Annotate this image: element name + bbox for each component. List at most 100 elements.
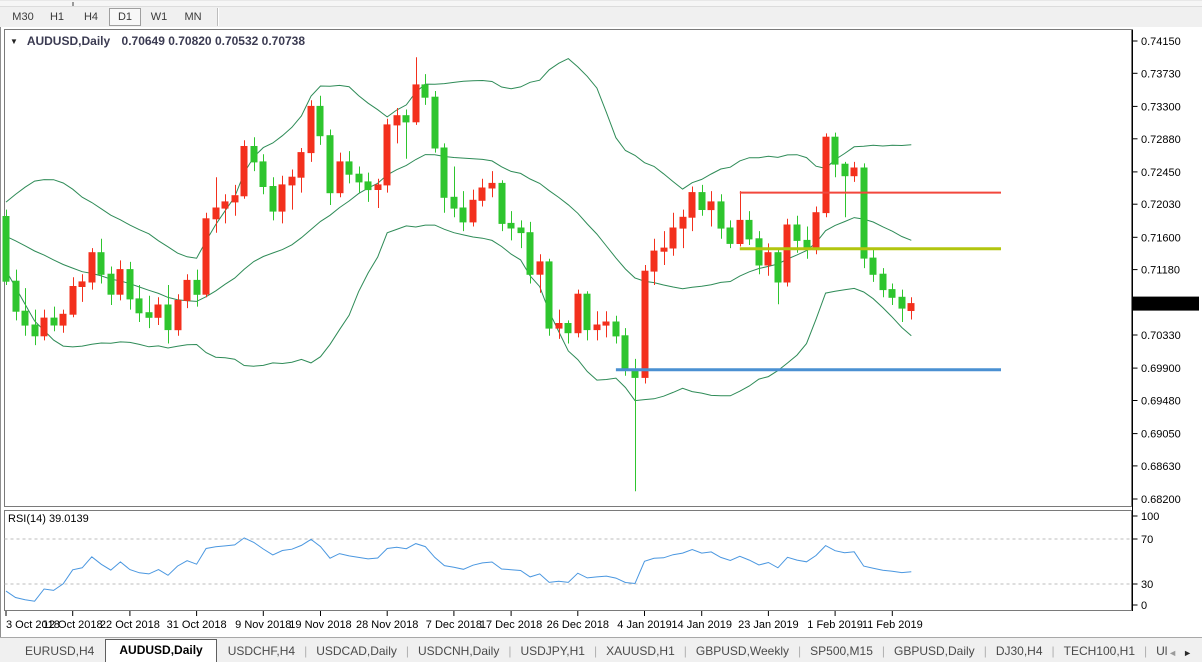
price-tick-label: 0.70330	[1141, 330, 1181, 342]
timeframe-button-W1[interactable]: W1	[143, 8, 175, 26]
candle-body	[337, 162, 343, 193]
candle-body	[241, 147, 247, 196]
candle-body	[41, 318, 47, 336]
candle-body	[537, 262, 543, 274]
chart-area[interactable]: 0.741500.737300.733000.728800.724500.720…	[0, 27, 1202, 637]
rsi-value: 39.0139	[49, 513, 89, 525]
trading-terminal-window: M30H1H4D1W1MN 0.741500.737300.733000.728…	[0, 0, 1202, 662]
price-tick-label: 0.68630	[1141, 461, 1181, 473]
price-tick-label: 0.69900	[1141, 363, 1181, 375]
candle-body	[584, 294, 590, 329]
chart-canvas[interactable]: 0.741500.737300.733000.728800.724500.720…	[1, 27, 1202, 637]
candle-body	[651, 251, 657, 271]
candle-body	[22, 311, 28, 325]
tab-usdcnh-daily[interactable]: USDCNH,Daily	[409, 640, 508, 662]
chart-ohlc-values: 0.70649 0.70820 0.70532 0.70738	[122, 34, 306, 48]
candle-body	[155, 305, 161, 317]
candle-body	[346, 162, 352, 174]
candle-body	[70, 287, 76, 315]
candle-body	[899, 297, 905, 308]
tab-sp500-m15[interactable]: SP500,M15	[801, 640, 882, 662]
timeframe-button-MN[interactable]: MN	[177, 8, 209, 26]
candle-body	[565, 324, 571, 333]
timeframe-button-D1[interactable]: D1	[109, 8, 141, 26]
candle-body	[384, 125, 390, 185]
candle-body	[184, 280, 190, 300]
candle-body	[213, 208, 219, 219]
candle-body	[908, 304, 914, 311]
tab-audusd-daily[interactable]: AUDUSD,Daily	[105, 639, 216, 662]
candle-body	[298, 153, 304, 178]
candle-body	[575, 294, 581, 333]
tab-usdjpy-h1[interactable]: USDJPY,H1	[511, 640, 593, 662]
candle-body	[136, 299, 142, 313]
candle-body	[842, 164, 848, 176]
chart-dropdown-icon[interactable]: ▼	[10, 37, 18, 46]
candle-body	[356, 174, 362, 182]
candle-body	[642, 271, 648, 377]
candle-body	[270, 187, 276, 212]
candle-body	[746, 220, 752, 239]
candle-body	[499, 183, 505, 223]
toolbar-drag-handle-icon[interactable]	[72, 2, 74, 6]
tab-xauusd-h1[interactable]: XAUUSD,H1	[597, 640, 684, 662]
candle-body	[508, 223, 514, 228]
candle-body	[546, 262, 552, 328]
tab-tech100-h1[interactable]: TECH100,H1	[1055, 640, 1144, 662]
rsi-name: RSI(14)	[8, 513, 46, 525]
price-tick-label: 0.74150	[1141, 36, 1181, 48]
candle-body	[603, 322, 609, 325]
candle-body	[117, 270, 123, 295]
candle-body	[870, 258, 876, 274]
tab-usdcad-daily[interactable]: USDCAD,Daily	[307, 640, 406, 662]
price-axis[interactable]: 0.741500.737300.733000.728800.724500.720…	[1133, 30, 1200, 612]
candle-body	[622, 336, 628, 370]
candle-body	[403, 116, 409, 122]
candle-body	[165, 305, 171, 330]
candle-body	[394, 116, 400, 125]
candle-body	[699, 193, 705, 210]
candle-body	[441, 148, 447, 197]
candle-body	[289, 177, 295, 185]
date-tick-label: 26 Dec 2018	[547, 619, 609, 631]
candle-body	[146, 313, 152, 318]
candle-body	[765, 253, 771, 265]
date-axis[interactable]: 3 Oct 201812 Oct 201822 Oct 201831 Oct 2…	[6, 611, 923, 631]
tab-dj30-h4[interactable]: DJ30,H4	[987, 640, 1052, 662]
rsi-tick-label: 100	[1141, 511, 1159, 523]
timeframe-button-H1[interactable]: H1	[41, 8, 73, 26]
candle-body	[108, 274, 114, 294]
price-tick-label: 0.69050	[1141, 429, 1181, 441]
candle-body	[51, 318, 57, 325]
date-tick-label: 12 Oct 2018	[43, 619, 103, 631]
date-tick-label: 7 Dec 2018	[426, 619, 482, 631]
candle-body	[60, 314, 66, 325]
price-tick-label: 0.72030	[1141, 199, 1181, 211]
timeframe-button-M30[interactable]: M30	[7, 8, 39, 26]
candle-body	[79, 282, 85, 287]
tab-gbpusd-daily[interactable]: GBPUSD,Daily	[885, 640, 984, 662]
candle-body	[203, 219, 209, 294]
tab-scroll-right-icon[interactable]: ►	[1183, 648, 1198, 658]
candle-body	[823, 137, 829, 212]
candle-body	[308, 106, 314, 152]
date-tick-label: 17 Dec 2018	[480, 619, 542, 631]
candle-body	[518, 228, 524, 233]
price-tick-label: 0.73730	[1141, 68, 1181, 80]
candle-body	[175, 300, 181, 329]
rsi-tick-label: 0	[1141, 600, 1147, 612]
tab-scroll-left-icon[interactable]: ◄	[1168, 648, 1183, 658]
date-tick-label: 1 Feb 2019	[807, 619, 863, 631]
candle-body	[413, 85, 419, 122]
timeframe-button-H4[interactable]: H4	[75, 8, 107, 26]
candle-body	[851, 168, 857, 176]
candle-body	[727, 228, 733, 243]
rsi-tick-label: 70	[1141, 534, 1153, 546]
candle-body	[98, 253, 104, 275]
timeframe-buttons-row: M30H1H4D1W1MN	[6, 7, 226, 27]
candle-body	[594, 325, 600, 330]
tab-eurusd-h4[interactable]: EURUSD,H4	[16, 640, 103, 662]
tab-gbpusd-weekly[interactable]: GBPUSD,Weekly	[687, 640, 798, 662]
main-pane-border	[5, 30, 1132, 507]
tab-usdchf-h4[interactable]: USDCHF,H4	[219, 640, 304, 662]
